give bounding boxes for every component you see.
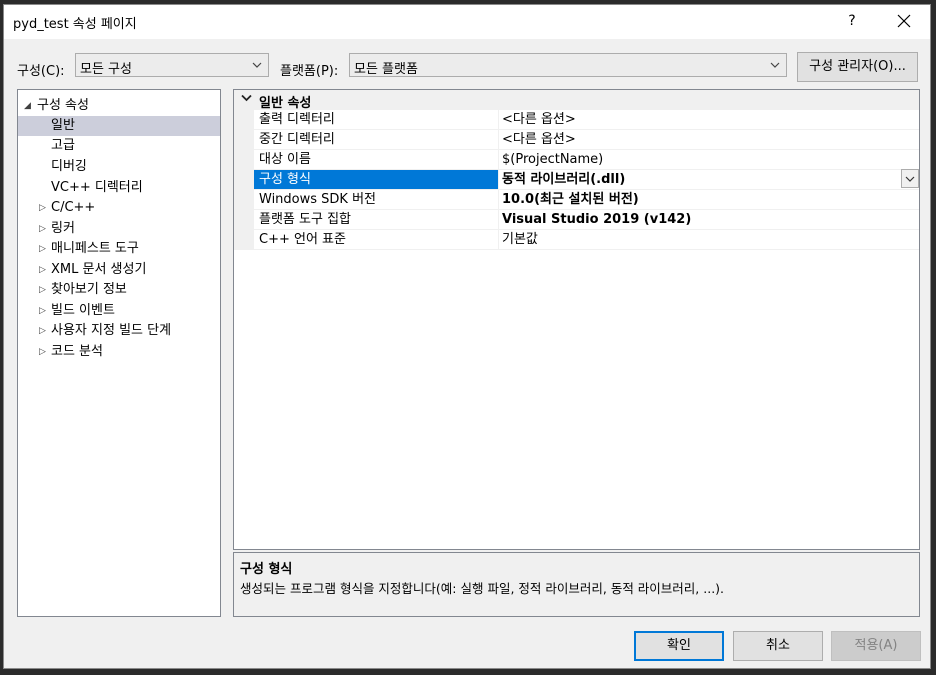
tree-item-label: 찾아보기 정보	[51, 282, 127, 297]
grid-row-value[interactable]: 동적 라이브러리(.dll)	[500, 170, 625, 189]
grid-row-value[interactable]: Visual Studio 2019 (v142)	[500, 210, 691, 229]
config-manager-button[interactable]: 구성 관리자(O)...	[797, 52, 918, 82]
tree-item-advanced[interactable]: 고급	[18, 136, 220, 156]
collapsed-triangle-icon[interactable]: ▷	[39, 198, 46, 218]
tree-item-label: C/C++	[51, 200, 96, 215]
grid-row-cpp-language-standard[interactable]: C++ 언어 표준 기본값	[234, 230, 919, 250]
collapsed-triangle-icon[interactable]: ▷	[39, 219, 46, 239]
tree-item-label: 고급	[51, 138, 75, 153]
collapsed-triangle-icon[interactable]: ▷	[39, 301, 46, 321]
grid-row-value[interactable]: $(ProjectName)	[500, 150, 603, 169]
tree-item-general[interactable]: 일반	[18, 116, 220, 136]
grid-row-name: 구성 형식	[254, 170, 499, 189]
tree-item-label: VC++ 디렉터리	[51, 180, 143, 195]
tree-item-linker[interactable]: ▷ 링커	[18, 219, 220, 239]
grid-row-value[interactable]: 10.0(최근 설치된 버전)	[500, 190, 639, 209]
tree-item-label: 링커	[51, 221, 75, 236]
chevron-down-icon	[252, 62, 262, 68]
config-value: 모든 구성	[80, 62, 132, 77]
grid-row-platform-toolset[interactable]: 플랫폼 도구 집합 Visual Studio 2019 (v142)	[234, 210, 919, 230]
property-pages-dialog: pyd_test 속성 페이지 ? 구성(C): 모든 구성 플랫폼(P): 모…	[3, 4, 931, 669]
value-dropdown-button[interactable]	[901, 169, 919, 188]
collapsed-triangle-icon[interactable]: ▷	[39, 239, 46, 259]
tree-item-label: 디버깅	[51, 159, 87, 174]
expanded-triangle-icon: ◢	[24, 101, 31, 111]
tree-item-cpp[interactable]: ▷ C/C++	[18, 198, 220, 218]
tree-item-label: 빌드 이벤트	[51, 303, 115, 318]
collapsed-triangle-icon[interactable]: ▷	[39, 321, 46, 341]
tree-item-build-events[interactable]: ▷ 빌드 이벤트	[18, 301, 220, 321]
collapsed-triangle-icon[interactable]: ▷	[39, 342, 46, 362]
config-dropdown[interactable]: 모든 구성	[75, 53, 269, 77]
tree-item-label: 코드 분석	[51, 344, 103, 359]
tree-item-custom-build-step[interactable]: ▷ 사용자 지정 빌드 단계	[18, 321, 220, 341]
collapsed-triangle-icon[interactable]: ▷	[39, 260, 46, 280]
platform-dropdown[interactable]: 모든 플랫폼	[349, 53, 787, 77]
grid-row-output-directory[interactable]: 출력 디렉터리 <다른 옵션>	[234, 110, 919, 130]
grid-row-configuration-type[interactable]: 구성 형식 동적 라이브러리(.dll)	[234, 169, 919, 190]
chevron-down-icon[interactable]	[241, 94, 252, 102]
tree-item-label: XML 문서 생성기	[51, 262, 147, 277]
grid-row-value[interactable]: <다른 옵션>	[500, 110, 576, 129]
description-panel: 구성 형식 생성되는 프로그램 형식을 지정합니다(예: 실행 파일, 정적 라…	[233, 552, 920, 617]
grid-row-name: 출력 디렉터리	[254, 110, 499, 129]
description-text: 생성되는 프로그램 형식을 지정합니다(예: 실행 파일, 정적 라이브러리, …	[240, 581, 725, 596]
grid-row-name: 플랫폼 도구 집합	[254, 210, 499, 229]
chevron-down-icon	[905, 176, 915, 182]
grid-row-windows-sdk-version[interactable]: Windows SDK 버전 10.0(최근 설치된 버전)	[234, 190, 919, 210]
tree-item-manifest-tool[interactable]: ▷ 매니페스트 도구	[18, 239, 220, 259]
grid-row-name: 대상 이름	[254, 150, 499, 169]
grid-category-label: 일반 속성	[259, 96, 312, 111]
tree-root-label: 구성 속성	[37, 98, 89, 113]
grid-row-target-name[interactable]: 대상 이름 $(ProjectName)	[234, 150, 919, 170]
tree-item-label: 사용자 지정 빌드 단계	[51, 323, 172, 338]
chevron-down-icon	[770, 62, 780, 68]
tree-item-label: 일반	[51, 118, 75, 133]
ok-button[interactable]: 확인	[634, 631, 724, 661]
tree-item-browse-info[interactable]: ▷ 찾아보기 정보	[18, 280, 220, 300]
property-tree: ◢ 구성 속성 일반 고급 디버깅 VC++ 디렉터리 ▷ C/C++ ▷ 링커…	[17, 89, 221, 617]
close-icon	[897, 14, 911, 28]
platform-label: 플랫폼(P):	[280, 64, 339, 79]
tree-item-vc-directories[interactable]: VC++ 디렉터리	[18, 178, 220, 198]
grid-row-name: 중간 디렉터리	[254, 130, 499, 149]
grid-row-name: C++ 언어 표준	[254, 230, 499, 249]
close-button[interactable]	[890, 9, 918, 33]
description-title: 구성 형식	[240, 562, 293, 577]
cancel-button[interactable]: 취소	[733, 631, 823, 661]
collapsed-triangle-icon[interactable]: ▷	[39, 280, 46, 300]
tree-root-config-properties[interactable]: ◢ 구성 속성	[18, 96, 220, 116]
grid-category-general[interactable]: 일반 속성	[234, 90, 919, 111]
platform-value: 모든 플랫폼	[354, 62, 418, 77]
tree-item-xml-doc-generator[interactable]: ▷ XML 문서 생성기	[18, 260, 220, 280]
tree-item-label: 매니페스트 도구	[51, 241, 139, 256]
grid-row-value[interactable]: 기본값	[500, 230, 538, 249]
grid-row-intermediate-directory[interactable]: 중간 디렉터리 <다른 옵션>	[234, 130, 919, 150]
window-title: pyd_test 속성 페이지	[13, 17, 137, 32]
apply-button[interactable]: 적용(A)	[831, 631, 921, 661]
property-grid: 일반 속성 출력 디렉터리 <다른 옵션> 중간 디렉터리 <다른 옵션> 대상…	[233, 89, 920, 550]
tree-item-code-analysis[interactable]: ▷ 코드 분석	[18, 342, 220, 362]
help-button[interactable]: ?	[840, 9, 864, 33]
config-label: 구성(C):	[17, 64, 65, 79]
grid-row-name: Windows SDK 버전	[254, 190, 499, 209]
title-bar: pyd_test 속성 페이지 ?	[4, 5, 930, 39]
tree-item-debugging[interactable]: 디버깅	[18, 157, 220, 177]
grid-row-value[interactable]: <다른 옵션>	[500, 130, 576, 149]
